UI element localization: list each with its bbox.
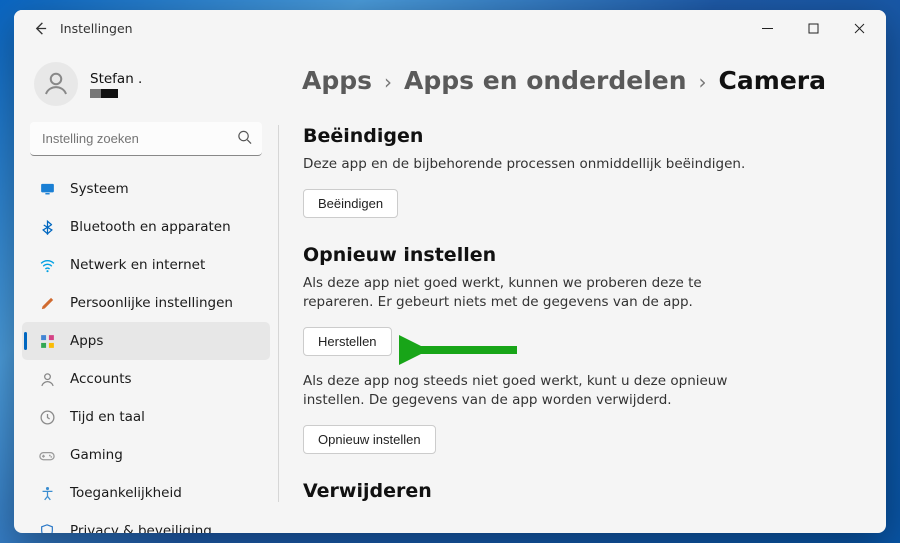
sidebar-item-apps[interactable]: Apps (22, 322, 270, 360)
search-input[interactable] (30, 122, 262, 156)
person-icon (41, 69, 71, 99)
section-terminate: Beëindigen Deze app en de bijbehorende p… (303, 125, 858, 218)
settings-window: Instellingen Stefan . (14, 10, 886, 533)
breadcrumb: Apps › Apps en onderdelen › Camera (302, 66, 858, 95)
sidebar: Stefan . Systeem Bluetooth en apparaten Ne… (14, 46, 278, 533)
sections-container: Beëindigen Deze app en de bijbehorende p… (278, 125, 858, 502)
sidebar-item-gaming[interactable]: Gaming (22, 436, 270, 474)
clock-icon (38, 408, 56, 426)
main-content: Apps › Apps en onderdelen › Camera Beëin… (278, 46, 886, 533)
bluetooth-icon (38, 218, 56, 236)
account-icon (38, 370, 56, 388)
monitor-icon (38, 180, 56, 198)
profile-email-redacted (90, 89, 118, 98)
sidebar-item-monitor[interactable]: Systeem (22, 170, 270, 208)
repair-button[interactable]: Herstellen (303, 327, 392, 356)
brush-icon (38, 294, 56, 312)
chevron-right-icon: › (384, 70, 392, 94)
sidebar-item-label: Persoonlijke instellingen (70, 295, 233, 311)
sidebar-item-clock[interactable]: Tijd en taal (22, 398, 270, 436)
section-heading-uninstall: Verwijderen (303, 480, 858, 502)
maximize-icon (808, 23, 819, 34)
gaming-icon (38, 446, 56, 464)
titlebar: Instellingen (14, 10, 886, 46)
sidebar-item-bluetooth[interactable]: Bluetooth en apparaten (22, 208, 270, 246)
section-desc-reset: Als deze app nog steeds niet goed werkt,… (303, 372, 773, 411)
breadcrumb-current: Camera (719, 66, 826, 95)
sidebar-item-label: Accounts (70, 371, 132, 387)
search-icon (237, 130, 252, 149)
minimize-button[interactable] (744, 12, 790, 44)
sidebar-item-shield[interactable]: Privacy & beveiliging (22, 512, 270, 533)
sidebar-item-access[interactable]: Toegankelijkheid (22, 474, 270, 512)
sidebar-item-label: Netwerk en internet (70, 257, 205, 273)
window-title: Instellingen (60, 21, 133, 36)
apps-icon (38, 332, 56, 350)
sidebar-item-label: Privacy & beveiliging (70, 523, 212, 533)
section-desc-repair: Als deze app niet goed werkt, kunnen we … (303, 274, 773, 313)
breadcrumb-apps[interactable]: Apps (302, 66, 372, 95)
sidebar-item-brush[interactable]: Persoonlijke instellingen (22, 284, 270, 322)
arrow-left-icon (33, 21, 48, 36)
sidebar-item-label: Gaming (70, 447, 123, 463)
terminate-button[interactable]: Beëindigen (303, 189, 398, 218)
profile-block[interactable]: Stefan . (22, 54, 270, 116)
sidebar-item-label: Toegankelijkheid (70, 485, 182, 501)
profile-text: Stefan . (90, 71, 142, 98)
close-button[interactable] (836, 12, 882, 44)
avatar (34, 62, 78, 106)
sidebar-item-account[interactable]: Accounts (22, 360, 270, 398)
section-reset: Opnieuw instellen Als deze app niet goed… (303, 244, 858, 454)
back-button[interactable] (26, 14, 54, 42)
shield-icon (38, 522, 56, 533)
sidebar-item-label: Systeem (70, 181, 129, 197)
chevron-right-icon: › (699, 70, 707, 94)
reset-button[interactable]: Opnieuw instellen (303, 425, 436, 454)
section-uninstall: Verwijderen (303, 480, 858, 502)
search-container (30, 122, 262, 156)
sidebar-item-label: Tijd en taal (70, 409, 145, 425)
sidebar-item-wifi[interactable]: Netwerk en internet (22, 246, 270, 284)
maximize-button[interactable] (790, 12, 836, 44)
access-icon (38, 484, 56, 502)
window-controls (744, 12, 882, 44)
wifi-icon (38, 256, 56, 274)
annotation-arrow-icon (399, 330, 519, 370)
section-heading-terminate: Beëindigen (303, 125, 858, 147)
profile-name: Stefan . (90, 71, 142, 87)
minimize-icon (762, 23, 773, 34)
content-area: Stefan . Systeem Bluetooth en apparaten Ne… (14, 46, 886, 533)
breadcrumb-apps-features[interactable]: Apps en onderdelen (404, 66, 687, 95)
sidebar-item-label: Bluetooth en apparaten (70, 219, 231, 235)
close-icon (854, 23, 865, 34)
sidebar-nav: Systeem Bluetooth en apparaten Netwerk en … (22, 170, 270, 533)
sidebar-item-label: Apps (70, 333, 103, 349)
section-heading-reset: Opnieuw instellen (303, 244, 858, 266)
section-desc-terminate: Deze app en de bijbehorende processen on… (303, 155, 773, 175)
